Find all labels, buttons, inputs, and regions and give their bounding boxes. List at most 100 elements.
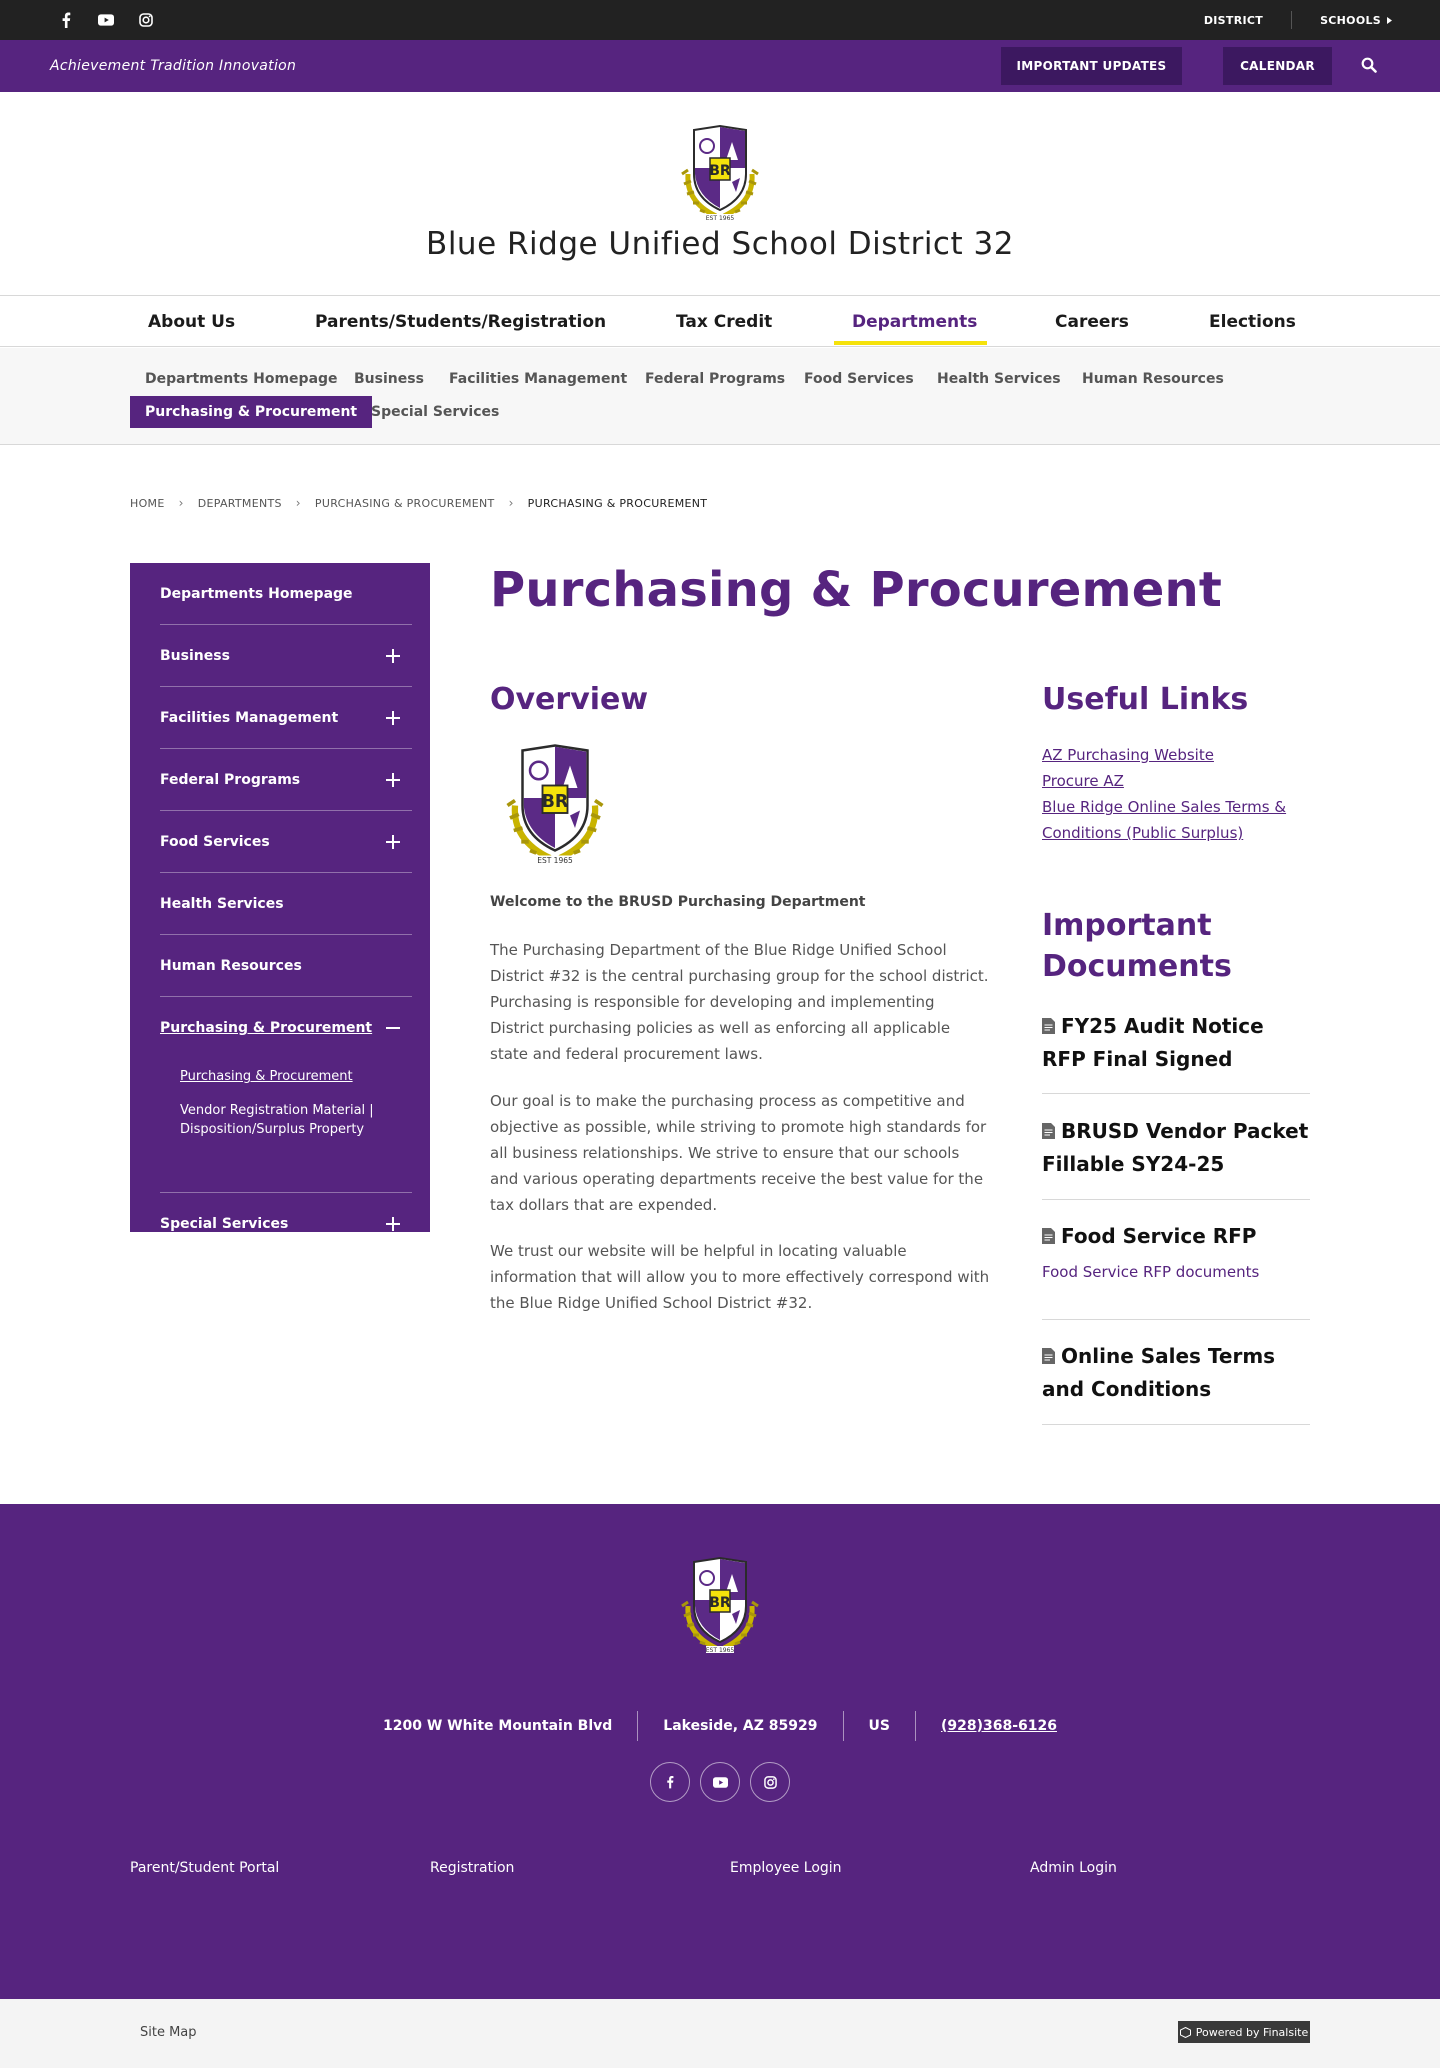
youtube-icon[interactable] xyxy=(98,12,114,28)
footer-registration[interactable]: Registration xyxy=(430,1860,514,1876)
expand-plus-icon[interactable] xyxy=(386,773,400,787)
welcome-heading: Welcome to the BRUSD Purchasing Departme… xyxy=(490,894,866,910)
schools-link[interactable]: SCHOOLS xyxy=(1292,14,1392,27)
nav-parents-students-registration[interactable]: Parents/Students/Registration xyxy=(315,297,606,347)
important-documents-heading: Important Documents xyxy=(1042,908,1232,984)
bottom-bar: Site Map Powered by Finalsite xyxy=(0,1999,1440,2068)
footer-phone[interactable]: (928)368-6126 xyxy=(916,1718,1082,1734)
instagram-icon[interactable] xyxy=(138,12,154,28)
link-online-sales-terms[interactable]: Blue Ridge Online Sales Terms & Conditio… xyxy=(1042,794,1322,846)
sidebar-item-federal-programs[interactable]: Federal Programs xyxy=(160,749,412,811)
sidebar-item-food-services[interactable]: Food Services xyxy=(160,811,412,873)
expand-plus-icon[interactable] xyxy=(386,649,400,663)
subnav-facilities-management[interactable]: Facilities Management xyxy=(434,363,642,395)
subnav-special-services[interactable]: Special Services xyxy=(356,396,514,428)
file-icon xyxy=(1042,1348,1055,1364)
footer-admin-login[interactable]: Admin Login xyxy=(1030,1860,1117,1876)
sidebar-item-facilities-management[interactable]: Facilities Management xyxy=(160,687,412,749)
document-title[interactable]: Online Sales Terms and Conditions xyxy=(1042,1344,1275,1401)
section-sidebar: Departments Homepage Business Facilities… xyxy=(130,563,430,1232)
sidebar-item-human-resources[interactable]: Human Resources xyxy=(160,935,412,997)
district-link[interactable]: DISTRICT xyxy=(1176,14,1291,27)
nav-about-us[interactable]: About Us xyxy=(148,297,235,347)
subnav-departments-homepage[interactable]: Departments Homepage xyxy=(130,363,353,395)
nav-careers[interactable]: Careers xyxy=(1055,297,1129,347)
breadcrumb-home[interactable]: HOME xyxy=(130,497,165,510)
sidebar-item-label[interactable]: Business xyxy=(160,625,230,687)
document-item[interactable]: Online Sales Terms and Conditions xyxy=(1042,1340,1310,1425)
site-header: Blue Ridge Unified School District 32 xyxy=(0,92,1440,296)
utility-bar: DISTRICT SCHOOLS xyxy=(0,0,1440,40)
sidebar-item-special-services[interactable]: Special Services xyxy=(160,1193,412,1255)
sidebar-item-label[interactable]: Departments Homepage xyxy=(160,563,353,625)
document-title[interactable]: FY25 Audit Notice RFP Final Signed xyxy=(1042,1014,1264,1071)
sidebar-item-label[interactable]: Special Services xyxy=(160,1193,288,1255)
instagram-icon[interactable] xyxy=(750,1762,790,1802)
facebook-icon[interactable] xyxy=(650,1762,690,1802)
sidebar-item-business[interactable]: Business xyxy=(160,625,412,687)
subnav-federal-programs[interactable]: Federal Programs xyxy=(630,363,800,395)
powered-by-badge[interactable]: Powered by Finalsite xyxy=(1178,2021,1310,2043)
subnav-purchasing-procurement[interactable]: Purchasing & Procurement xyxy=(130,396,373,428)
youtube-icon[interactable] xyxy=(700,1762,740,1802)
subnav-food-services[interactable]: Food Services xyxy=(789,363,929,395)
footer-social-links xyxy=(650,1762,790,1802)
document-title[interactable]: Food Service RFP xyxy=(1061,1224,1256,1248)
expand-plus-icon[interactable] xyxy=(386,835,400,849)
collapse-minus-icon[interactable] xyxy=(386,1021,400,1035)
sidebar-item-purchasing-procurement[interactable]: Purchasing & Procurement xyxy=(160,997,412,1193)
site-title: Blue Ridge Unified School District 32 xyxy=(426,226,1014,262)
tagline-bar: Achievement Tradition Innovation IMPORTA… xyxy=(0,40,1440,92)
document-item[interactable]: BRUSD Vendor Packet Fillable SY24-25 xyxy=(1042,1115,1310,1200)
nav-tax-credit[interactable]: Tax Credit xyxy=(676,297,772,347)
sidebar-item-health-services[interactable]: Health Services xyxy=(160,873,412,935)
powered-by-text: Powered by Finalsite xyxy=(1195,2025,1309,2039)
document-title[interactable]: BRUSD Vendor Packet Fillable SY24-25 xyxy=(1042,1119,1308,1176)
district-crest-image xyxy=(500,740,610,866)
top-social-links xyxy=(58,0,154,40)
subnav-health-services[interactable]: Health Services xyxy=(922,363,1076,395)
main-nav: About Us Parents/Students/Registration T… xyxy=(0,297,1440,347)
sidebar-item-label[interactable]: Health Services xyxy=(160,873,284,935)
expand-plus-icon[interactable] xyxy=(386,711,400,725)
footer-parent-student-portal[interactable]: Parent/Student Portal xyxy=(130,1860,279,1876)
useful-links-list: AZ Purchasing Website Procure AZ Blue Ri… xyxy=(1042,742,1322,846)
footer-employee-login[interactable]: Employee Login xyxy=(730,1860,842,1876)
subnav-human-resources[interactable]: Human Resources xyxy=(1067,363,1239,395)
useful-links-heading: Useful Links xyxy=(1042,682,1249,717)
food-service-rfp-documents-link[interactable]: Food Service RFP documents xyxy=(1042,1263,1310,1281)
district-crest-logo[interactable] xyxy=(676,122,764,222)
nav-departments[interactable]: Departments xyxy=(852,297,977,347)
footer-crest-logo[interactable] xyxy=(676,1554,764,1654)
sidebar-item-label[interactable]: Facilities Management xyxy=(160,687,338,749)
search-icon[interactable] xyxy=(1361,57,1379,75)
nav-elections[interactable]: Elections xyxy=(1209,297,1296,347)
link-procure-az[interactable]: Procure AZ xyxy=(1042,768,1322,794)
sidebar-subitem-purchasing-procurement[interactable]: Purchasing & Procurement xyxy=(180,1067,353,1086)
goal-paragraph: Our goal is to make the purchasing proce… xyxy=(490,1092,987,1214)
sidebar-subitem-vendor-registration[interactable]: Vendor Registration Material | Dispositi… xyxy=(180,1101,400,1139)
expand-plus-icon[interactable] xyxy=(386,1217,400,1231)
document-item[interactable]: Food Service RFP Food Service RFP docume… xyxy=(1042,1220,1310,1320)
sidebar-item-label[interactable]: Federal Programs xyxy=(160,749,300,811)
file-icon xyxy=(1042,1228,1055,1244)
sidebar-item-label[interactable]: Purchasing & Procurement xyxy=(160,997,372,1059)
calendar-button[interactable]: CALENDAR xyxy=(1223,47,1332,85)
document-item[interactable]: FY25 Audit Notice RFP Final Signed xyxy=(1042,1010,1310,1094)
sidebar-item-label[interactable]: Food Services xyxy=(160,811,270,873)
sidebar-item-label[interactable]: Human Resources xyxy=(160,935,302,997)
important-updates-button[interactable]: IMPORTANT UPDATES xyxy=(1001,47,1182,85)
breadcrumb-current: PURCHASING & PROCUREMENT xyxy=(527,496,708,510)
subnav-business[interactable]: Business xyxy=(339,363,439,395)
breadcrumb-departments[interactable]: DEPARTMENTS xyxy=(198,497,282,510)
link-az-purchasing[interactable]: AZ Purchasing Website xyxy=(1042,742,1322,768)
caret-right-icon xyxy=(1387,16,1392,24)
footer-address: 1200 W White Mountain Blvd Lakeside, AZ … xyxy=(0,1711,1440,1741)
facebook-icon[interactable] xyxy=(58,12,74,28)
page-title: Purchasing & Procurement xyxy=(490,562,1223,618)
site-map-link[interactable]: Site Map xyxy=(140,2025,197,2040)
site-footer: 1200 W White Mountain Blvd Lakeside, AZ … xyxy=(0,1504,1440,1999)
sidebar-item-departments-homepage[interactable]: Departments Homepage xyxy=(160,563,412,625)
breadcrumb-purchasing-parent[interactable]: PURCHASING & PROCUREMENT xyxy=(315,497,495,510)
intro-paragraph: The Purchasing Department of the Blue Ri… xyxy=(490,941,989,1063)
